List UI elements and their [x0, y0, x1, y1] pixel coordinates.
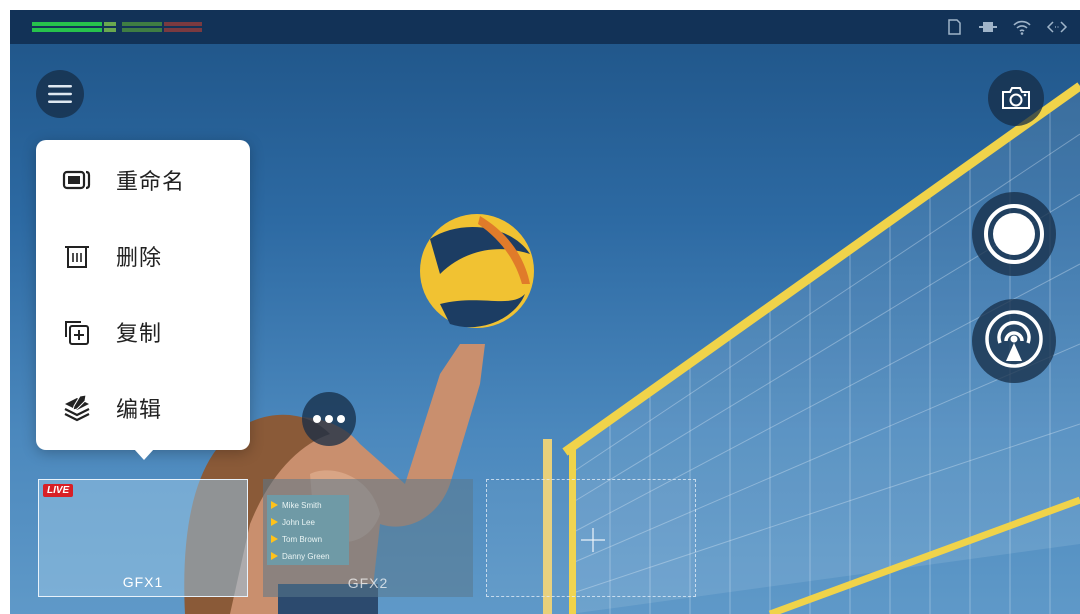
wifi-icon — [1012, 18, 1032, 36]
lower-third-player-list: Mike Smith John Lee Tom Brown Danny Gree… — [267, 495, 349, 565]
volleyball — [420, 214, 534, 328]
list-item: Danny Green — [271, 549, 330, 563]
list-item: Tom Brown — [271, 532, 322, 546]
broadcast-icon — [985, 310, 1043, 368]
plus-icon — [581, 528, 605, 552]
menu-item-label: 重命名 — [116, 169, 186, 194]
menu-button[interactable] — [36, 70, 84, 118]
list-item: John Lee — [271, 515, 315, 529]
snapshot-button[interactable] — [988, 70, 1044, 126]
context-menu: 重命名 删除 复制 编辑 — [36, 140, 250, 460]
rename-icon — [62, 170, 91, 190]
status-icons — [944, 18, 1068, 36]
menu-item-label: 编辑 — [116, 397, 163, 422]
battery-icon — [978, 18, 998, 36]
code-icon — [1046, 18, 1068, 36]
list-item: Mike Smith — [271, 498, 322, 512]
live-badge: LIVE — [43, 484, 74, 497]
menu-item-label: 删除 — [116, 245, 163, 270]
menu-item-delete[interactable]: 删除 — [36, 226, 250, 286]
record-button[interactable] — [972, 192, 1056, 276]
add-gfx-slot[interactable] — [486, 479, 696, 597]
gfx-label: GFX1 — [122, 574, 164, 590]
more-options-button[interactable] — [302, 392, 356, 446]
camera-preview: 重命名 删除 复制 编辑 LIVE GFX1 Mike Smith John L… — [10, 10, 1080, 614]
menu-item-label: 复制 — [116, 321, 163, 346]
more-dots-icon — [313, 415, 345, 423]
duplicate-icon — [65, 321, 89, 345]
record-icon — [984, 204, 1044, 264]
gfx-label: GFX2 — [347, 575, 389, 591]
status-bar — [10, 10, 1080, 44]
hamburger-icon — [48, 85, 72, 103]
camera-icon — [1002, 87, 1030, 109]
menu-item-rename[interactable]: 重命名 — [36, 150, 250, 210]
sd-card-icon — [944, 18, 964, 36]
menu-item-edit[interactable]: 编辑 — [36, 378, 250, 438]
gfx-card-1[interactable]: LIVE GFX1 — [38, 479, 248, 597]
menu-item-duplicate[interactable]: 复制 — [36, 302, 250, 362]
trash-icon — [65, 246, 89, 268]
stream-button[interactable] — [972, 299, 1056, 383]
audio-level-meter — [32, 22, 202, 32]
gfx-card-2[interactable]: Mike Smith John Lee Tom Brown Danny Gree… — [263, 479, 473, 597]
edit-layers-icon — [64, 394, 90, 422]
